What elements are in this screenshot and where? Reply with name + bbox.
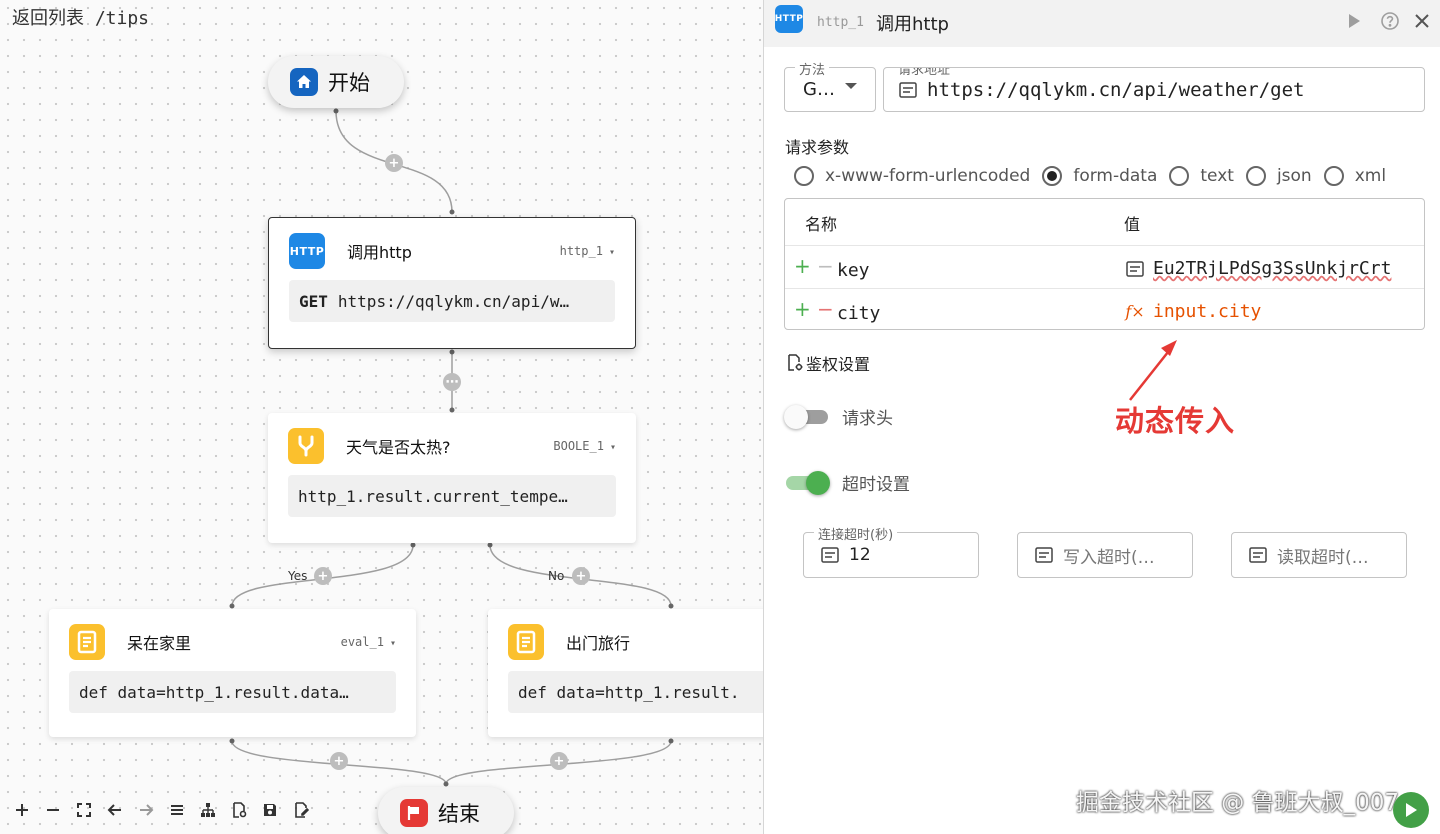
annotation-label: 动态传入 [1115,404,1236,438]
play-icon [1406,803,1417,817]
run-button[interactable] [1393,792,1429,828]
watermark: 掘金技术社区 @ 鲁班大叔_007 [1076,790,1400,816]
